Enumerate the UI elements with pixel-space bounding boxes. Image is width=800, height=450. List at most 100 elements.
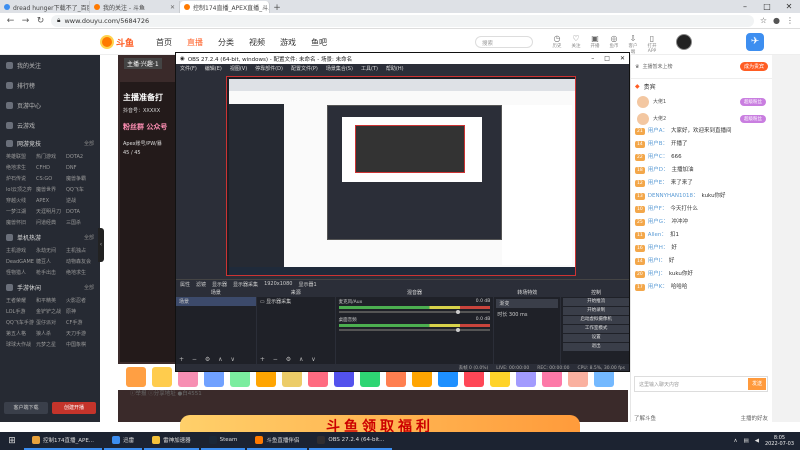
sidebar-game-link[interactable]: 逆战: [66, 196, 94, 207]
volume-slider[interactable]: [338, 328, 491, 332]
nav-game[interactable]: 游戏: [280, 37, 296, 48]
close-icon[interactable]: ✕: [170, 4, 175, 11]
star-icon[interactable]: ☆: [760, 16, 767, 25]
obs-menu-item[interactable]: 停靠部件(D): [255, 65, 283, 72]
profile-icon[interactable]: ●: [773, 16, 780, 25]
chat-input[interactable]: 这里输入聊天内容 发送: [634, 376, 768, 392]
menu-icon[interactable]: ⋮: [786, 16, 794, 25]
client-download-button[interactable]: 客户端下载: [4, 402, 48, 414]
source-item[interactable]: ▭ 显示器采集: [257, 297, 335, 306]
chat-username[interactable]: 用户B：: [648, 141, 668, 148]
volume-slider[interactable]: [338, 310, 491, 314]
start-recording-button[interactable]: 开始录制: [563, 307, 629, 315]
transition-duration[interactable]: 时长 300 ms: [494, 310, 560, 319]
sidebar-item-cloudgame[interactable]: 云游戏: [0, 115, 100, 135]
search-input[interactable]: 搜索: [475, 36, 533, 48]
exit-button[interactable]: 退出: [563, 343, 629, 351]
network-icon[interactable]: ▤: [744, 438, 749, 444]
sidebar-game-link[interactable]: 糖豆人: [36, 257, 64, 268]
sidebar-game-link[interactable]: DeadGAME: [6, 257, 34, 268]
sidebar-game-link[interactable]: 主机独占: [66, 246, 94, 257]
back-icon[interactable]: ←: [6, 16, 15, 26]
sidebar-game-link[interactable]: DNF: [66, 163, 94, 174]
source-toolbar-item[interactable]: 属性: [180, 281, 190, 288]
sidebar-collapse-handle[interactable]: ‹: [98, 228, 104, 262]
sidebar-game-link[interactable]: LOL手游: [6, 307, 34, 318]
sidebar-game-link[interactable]: 绝地求生: [6, 163, 34, 174]
chat-username[interactable]: 用户I：: [648, 258, 666, 265]
sidebar-game-link[interactable]: CF手游: [66, 318, 94, 329]
chat-username[interactable]: 用户J：: [648, 271, 666, 278]
send-button[interactable]: 发送: [748, 378, 766, 390]
douyu-logo[interactable]: 斗鱼: [100, 34, 136, 50]
sidebar-game-link[interactable]: 火影忍者: [66, 296, 94, 307]
rank-item[interactable]: 大佬1 超级粉丝: [631, 93, 772, 110]
sidebar-item-rank[interactable]: 排行榜: [0, 75, 100, 95]
sidebar-game-link[interactable]: 一梦江湖: [6, 207, 34, 218]
obs-minimize-button[interactable]: –: [591, 55, 594, 62]
sidebar-game-link[interactable]: 英雄联盟: [6, 152, 34, 163]
scene-dock-controls[interactable]: + − ⚙ ∧ ∨: [179, 356, 238, 363]
nav-live[interactable]: 直播: [187, 37, 203, 48]
sidebar-game-link[interactable]: 永劫无间: [36, 246, 64, 257]
sidebar-game-link[interactable]: lol云顶之弈: [6, 185, 34, 196]
maximize-button[interactable]: □: [756, 0, 778, 13]
clock[interactable]: 8:05 2022-07-03: [765, 435, 794, 447]
chat-username[interactable]: 用户K：: [648, 284, 668, 291]
chevron-up-icon[interactable]: ∧: [733, 438, 737, 444]
chat-username[interactable]: 用户A：: [648, 128, 668, 135]
obs-menu-item[interactable]: 工具(T): [361, 65, 378, 72]
bird-icon[interactable]: ✈: [746, 33, 764, 51]
sidebar-game-link[interactable]: 穿越火线: [6, 196, 34, 207]
gift-icon[interactable]: [152, 367, 172, 387]
sidebar-game-link[interactable]: 热门游戏: [36, 152, 64, 163]
chat-username[interactable]: 用户C：: [648, 154, 668, 161]
sidebar-item-follow[interactable]: 我的关注: [0, 55, 100, 75]
sidebar-game-link[interactable]: CFHD: [36, 163, 64, 174]
settings-button[interactable]: 设置: [563, 334, 629, 342]
sidebar-game-link[interactable]: 狼人杀: [36, 329, 64, 340]
sidebar-game-link[interactable]: 元梦之星: [36, 340, 64, 351]
taskbar-app[interactable]: 迅雷: [104, 432, 143, 450]
sidebar-game-link[interactable]: 绝地求生: [66, 268, 94, 279]
taskbar-app[interactable]: Steam: [200, 432, 246, 450]
taskbar-app[interactable]: OBS 27.2.4 (64-bit...: [309, 432, 393, 450]
obs-close-button[interactable]: ✕: [620, 55, 625, 62]
start-broadcast-button[interactable]: 创建开播: [52, 402, 96, 414]
obs-menu-item[interactable]: 文件(F): [180, 65, 197, 72]
transition-select[interactable]: 渐变: [496, 299, 559, 308]
browser-tab[interactable]: 我的关注 - 斗鱼 ✕: [90, 1, 180, 13]
obs-menu-item[interactable]: 场景集合(S): [326, 65, 353, 72]
sidebar-game-link[interactable]: 三国杀: [66, 218, 94, 229]
new-tab-button[interactable]: +: [270, 3, 284, 13]
chat-username[interactable]: 用户H：: [648, 245, 669, 252]
sidebar-game-link[interactable]: DOTA: [66, 207, 94, 218]
app-button[interactable]: ▯ 打开APP: [646, 34, 658, 55]
sidebar-game-link[interactable]: 枪手出击: [36, 268, 64, 279]
chat-username[interactable]: DENNYHAN1018：: [648, 193, 699, 200]
nav-category[interactable]: 分类: [218, 37, 234, 48]
taskbar-app[interactable]: 雷神加速器: [144, 432, 199, 450]
sidebar-game-link[interactable]: 魔兽世界: [36, 185, 64, 196]
obs-preview[interactable]: [226, 76, 576, 276]
forward-icon[interactable]: →: [21, 16, 30, 26]
url-input[interactable]: 🔒︎ www.douyu.com/5684726: [51, 14, 754, 27]
sidebar-game-link[interactable]: 王者荣耀: [6, 296, 34, 307]
sidebar-game-link[interactable]: 第五人格: [6, 329, 34, 340]
sidebar-game-link[interactable]: 主机游戏: [6, 246, 34, 257]
obs-maximize-button[interactable]: □: [604, 55, 610, 62]
sidebar-game-link[interactable]: APEX: [36, 196, 64, 207]
sidebar-game-link[interactable]: 蛋仔派对: [36, 318, 64, 329]
sidebar-game-link[interactable]: 怪物猎人: [6, 268, 34, 279]
reload-icon[interactable]: ↻: [36, 16, 45, 26]
sidebar-item-webgame[interactable]: 页游中心: [0, 95, 100, 115]
nav-home[interactable]: 首页: [156, 37, 172, 48]
sidebar-game-link[interactable]: 天涯明月刀: [36, 207, 64, 218]
obs-menu-item[interactable]: 视图(V): [230, 65, 247, 72]
avatar[interactable]: [676, 34, 692, 50]
sidebar-game-link[interactable]: CS:GO: [36, 174, 64, 185]
sidebar-game-link[interactable]: 问道经典: [36, 218, 64, 229]
source-toolbar-item[interactable]: 显示器: [212, 281, 227, 288]
source-toolbar-item[interactable]: 1920x1080: [264, 281, 292, 287]
sidebar-game-link[interactable]: 球球大作战: [6, 340, 34, 351]
